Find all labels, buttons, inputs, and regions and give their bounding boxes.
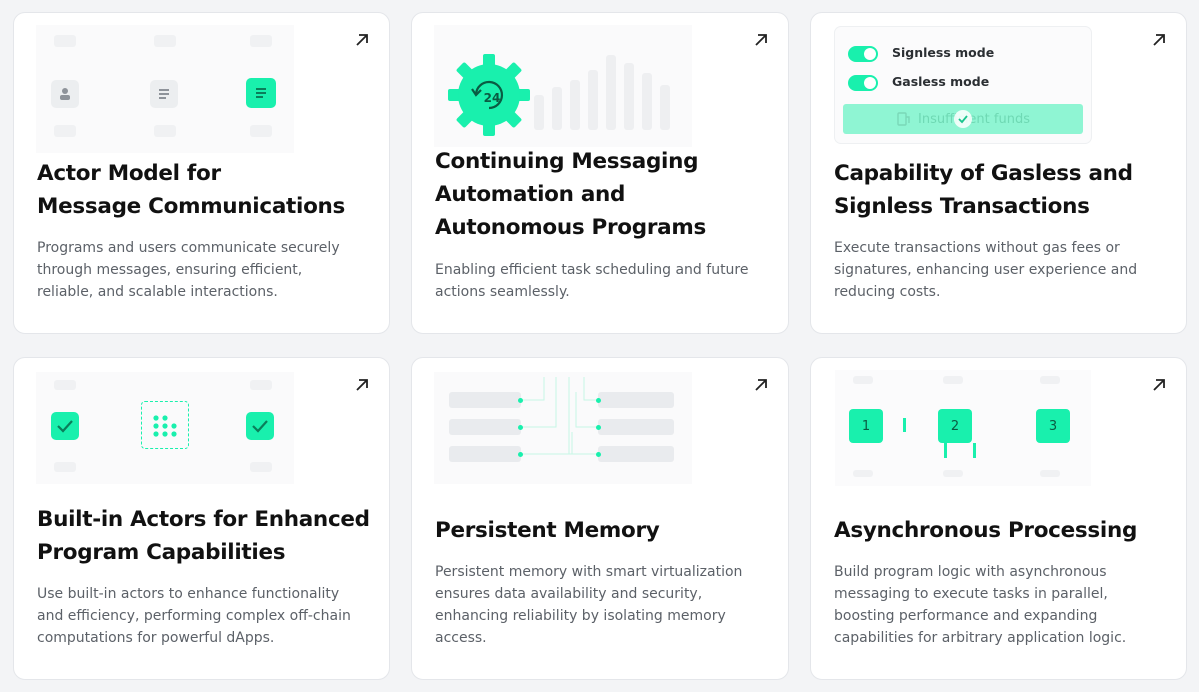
card-description: Use built-in actors to enhance functiona… <box>37 586 351 646</box>
gasless-toggle[interactable] <box>848 75 878 91</box>
memory-block <box>596 446 674 462</box>
card-description: Enabling efficient task scheduling and f… <box>435 262 749 300</box>
feature-card-actor-model[interactable]: Actor Model for Message Communications P… <box>13 12 390 334</box>
insufficient-funds-label: Insufficient funds <box>918 111 1030 127</box>
memory-block <box>596 392 674 408</box>
user-tile-icon <box>51 80 79 108</box>
async-steps-illustration: 1 2 3 <box>835 370 1091 486</box>
card-title: Built-in Actors for Enhanced Program Cap… <box>37 507 370 565</box>
check-tile-icon <box>246 412 274 440</box>
step-1-box: 1 <box>849 409 883 443</box>
document-tile-icon <box>150 80 178 108</box>
card-description: Execute transactions without gas fees or… <box>834 240 1138 300</box>
signless-toggle-label: Signless mode <box>892 45 995 60</box>
arrow-up-right-icon[interactable] <box>752 31 770 49</box>
feature-card-built-in-actors[interactable]: Built-in Actors for Enhanced Program Cap… <box>13 357 390 680</box>
check-circle-icon <box>954 110 972 128</box>
memory-block <box>449 392 523 408</box>
arrow-up-right-icon[interactable] <box>1150 376 1168 394</box>
card-description: Programs and users communicate securely … <box>37 240 340 300</box>
check-tile-icon <box>51 412 79 440</box>
feature-card-persistent-memory[interactable]: Persistent Memory Persistent memory with… <box>411 357 789 680</box>
fuel-icon <box>897 112 910 126</box>
arrow-up-right-icon[interactable] <box>752 376 770 394</box>
feature-card-async-processing[interactable]: 1 2 3 Asynchronous Processing Build prog… <box>810 357 1187 680</box>
memory-illustration <box>434 372 692 484</box>
card-title: Actor Model for Message Communications <box>37 161 346 219</box>
card-description: Build program logic with asynchronous me… <box>834 564 1127 646</box>
builtin-actor-dots-icon <box>141 401 189 449</box>
card-title: Capability of Gasless and Signless Trans… <box>834 161 1133 219</box>
card-title: Asynchronous Processing <box>834 518 1138 543</box>
transaction-settings-illustration: Signless mode Gasless mode Insufficient … <box>835 27 1091 143</box>
memory-block <box>449 446 523 462</box>
actor-grid-illustration <box>36 25 294 153</box>
card-title: Continuing Messaging Automation and Auto… <box>435 149 706 240</box>
step-3-box: 3 <box>1036 409 1070 443</box>
scheduling-illustration: 24 <box>434 25 692 147</box>
arrow-up-right-icon[interactable] <box>1150 31 1168 49</box>
feature-card-messaging-automation[interactable]: 24 Continuing Messaging Automation and A… <box>411 12 789 334</box>
memory-block <box>449 419 523 435</box>
gear-label: 24 <box>484 91 501 105</box>
gear-24-icon: 24 <box>448 54 530 136</box>
signless-toggle[interactable] <box>848 46 878 62</box>
arrow-up-right-icon[interactable] <box>353 31 371 49</box>
document-tile-active-icon <box>246 78 276 108</box>
feature-card-gasless-signless[interactable]: Signless mode Gasless mode Insufficient … <box>810 12 1187 334</box>
card-title: Persistent Memory <box>435 518 660 543</box>
arrow-up-right-icon[interactable] <box>353 376 371 394</box>
built-in-actors-illustration <box>36 372 294 484</box>
memory-block <box>596 419 674 435</box>
card-description: Persistent memory with smart virtualizat… <box>435 564 743 646</box>
step-2-box: 2 <box>938 409 972 443</box>
gasless-toggle-label: Gasless mode <box>892 74 990 89</box>
insufficient-funds-button[interactable]: Insufficient funds <box>843 104 1083 134</box>
